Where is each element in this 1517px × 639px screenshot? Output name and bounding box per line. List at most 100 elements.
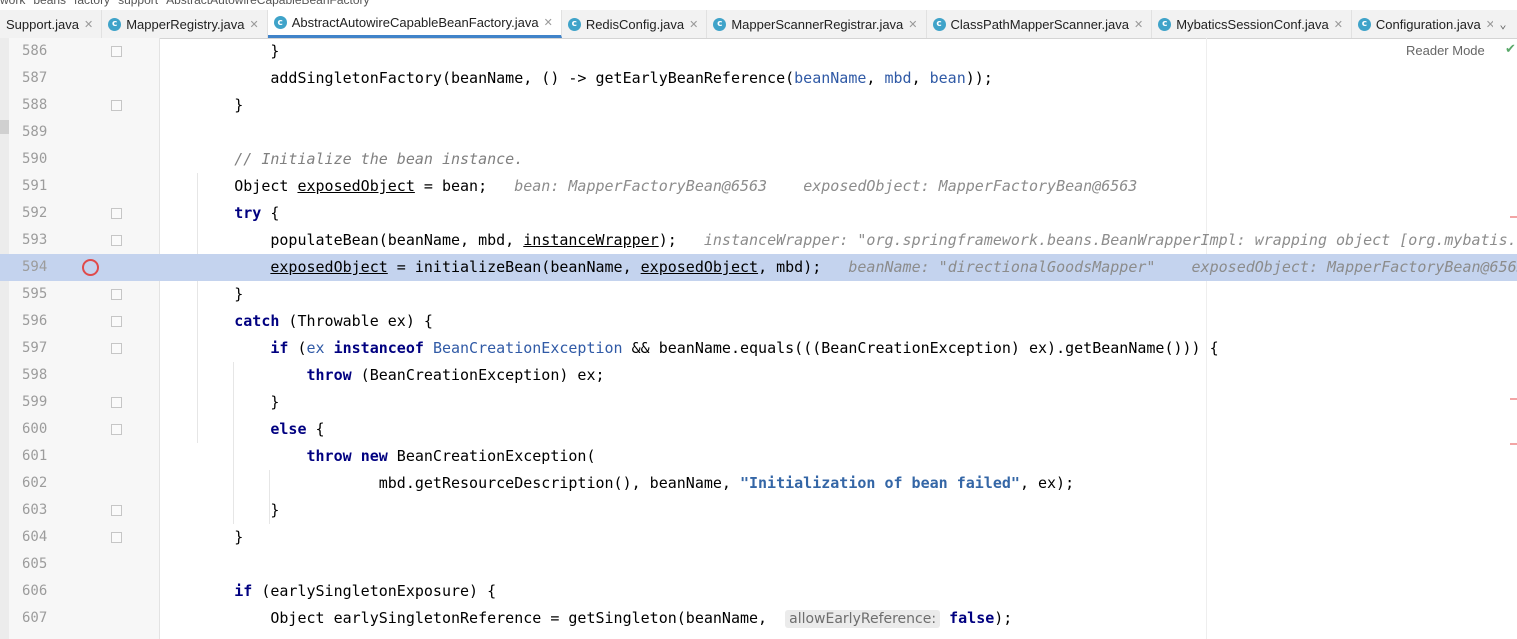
- code-text[interactable]: populateBean(beanName, mbd, instanceWrap…: [162, 227, 1517, 254]
- code-line[interactable]: 587 addSingletonFactory(beanName, () -> …: [0, 65, 1517, 92]
- scrollbar-error-mark[interactable]: [1510, 216, 1517, 218]
- editor-tab[interactable]: c MybaticsSessionConf.java ✕: [1152, 10, 1352, 38]
- line-number[interactable]: 594: [22, 254, 62, 281]
- line-number[interactable]: 586: [22, 38, 62, 65]
- tab-close-icon[interactable]: ✕: [544, 16, 553, 29]
- line-number[interactable]: 607: [22, 605, 62, 632]
- editor-tab[interactable]: Support.java ✕: [0, 10, 103, 38]
- scrollbar-error-mark[interactable]: [1510, 398, 1517, 400]
- code-text[interactable]: mbd.getResourceDescription(), beanName, …: [162, 470, 1074, 497]
- tab-list-chevron-down-icon[interactable]: ⌄: [1493, 10, 1513, 38]
- editor-tab[interactable]: c RedisConfig.java ✕: [562, 10, 708, 38]
- line-number[interactable]: 603: [22, 497, 62, 524]
- line-number[interactable]: 604: [22, 524, 62, 551]
- line-number[interactable]: 601: [22, 443, 62, 470]
- code-editor[interactable]: 586 } 587 addSingletonFactory(beanName, (…: [0, 38, 1517, 639]
- tab-close-icon[interactable]: ✕: [689, 18, 698, 31]
- code-line[interactable]: 607 Object earlySingletonReference = get…: [0, 605, 1517, 632]
- code-line[interactable]: 602 mbd.getResourceDescription(), beanNa…: [0, 470, 1517, 497]
- current-execution-line[interactable]: 594 exposedObject = initializeBean(beanN…: [0, 254, 1517, 281]
- fold-marker-icon[interactable]: [111, 343, 122, 354]
- code-text[interactable]: }: [162, 38, 279, 65]
- fold-marker-icon[interactable]: [111, 397, 122, 408]
- line-number[interactable]: 587: [22, 65, 62, 92]
- tab-close-icon[interactable]: ✕: [908, 18, 917, 31]
- fold-marker-icon[interactable]: [111, 100, 122, 111]
- reader-mode-toggle[interactable]: Reader Mode: [1406, 43, 1485, 58]
- breakpoint-icon[interactable]: [82, 259, 99, 276]
- fold-marker-icon[interactable]: [111, 424, 122, 435]
- fold-marker-icon[interactable]: [111, 46, 122, 57]
- code-text[interactable]: }: [162, 524, 243, 551]
- line-number[interactable]: 593: [22, 227, 62, 254]
- editor-tab[interactable]: c Configuration.java ✕: [1352, 10, 1504, 38]
- line-number[interactable]: 588: [22, 92, 62, 119]
- code-text[interactable]: }: [162, 389, 279, 416]
- code-text[interactable]: catch (Throwable ex) {: [162, 308, 433, 335]
- code-line[interactable]: 601 throw new BeanCreationException(: [0, 443, 1517, 470]
- line-number[interactable]: 589: [22, 119, 62, 146]
- code-line[interactable]: 593 populateBean(beanName, mbd, instance…: [0, 227, 1517, 254]
- line-number[interactable]: 596: [22, 308, 62, 335]
- line-number[interactable]: 595: [22, 281, 62, 308]
- line-number[interactable]: 599: [22, 389, 62, 416]
- inspection-ok-check-icon[interactable]: ✔: [1505, 42, 1516, 57]
- code-line[interactable]: 589: [0, 119, 1517, 146]
- code-line[interactable]: 592 try {: [0, 200, 1517, 227]
- code-line[interactable]: 603 }: [0, 497, 1517, 524]
- tab-close-icon[interactable]: ✕: [1134, 18, 1143, 31]
- code-text[interactable]: // Initialize the bean instance.: [162, 146, 523, 173]
- code-text[interactable]: if (earlySingletonExposure) {: [162, 578, 496, 605]
- line-number[interactable]: 602: [22, 470, 62, 497]
- code-line[interactable]: 597 if (ex instanceof BeanCreationExcept…: [0, 335, 1517, 362]
- code-line[interactable]: 596 catch (Throwable ex) {: [0, 308, 1517, 335]
- line-number[interactable]: 590: [22, 146, 62, 173]
- code-text[interactable]: throw new BeanCreationException(: [162, 443, 596, 470]
- code-text[interactable]: }: [162, 281, 243, 308]
- tab-close-icon[interactable]: ✕: [1334, 18, 1343, 31]
- breadcrumb-item[interactable]: beans: [33, 0, 66, 7]
- line-number[interactable]: 606: [22, 578, 62, 605]
- code-line[interactable]: 606 if (earlySingletonExposure) {: [0, 578, 1517, 605]
- code-text[interactable]: }: [162, 497, 279, 524]
- fold-marker-icon[interactable]: [111, 505, 122, 516]
- code-line[interactable]: 595 }: [0, 281, 1517, 308]
- editor-tab[interactable]: c MapperScannerRegistrar.java ✕: [707, 10, 927, 38]
- scrollbar-error-mark[interactable]: [1510, 443, 1517, 445]
- tab-close-icon[interactable]: ✕: [84, 18, 93, 31]
- code-text[interactable]: Object exposedObject = bean; bean: Mappe…: [162, 173, 1137, 200]
- code-text[interactable]: addSingletonFactory(beanName, () -> getE…: [162, 65, 992, 92]
- line-number[interactable]: 591: [22, 173, 62, 200]
- tab-close-icon[interactable]: ✕: [249, 18, 258, 31]
- breadcrumb-item[interactable]: factory: [74, 0, 110, 7]
- code-line[interactable]: 591 Object exposedObject = bean; bean: M…: [0, 173, 1517, 200]
- code-line[interactable]: 599 }: [0, 389, 1517, 416]
- code-text[interactable]: throw (BeanCreationException) ex;: [162, 362, 605, 389]
- editor-tab[interactable]: c ClassPathMapperScanner.java ✕: [927, 10, 1153, 38]
- line-number[interactable]: 598: [22, 362, 62, 389]
- line-number[interactable]: 597: [22, 335, 62, 362]
- fold-marker-icon[interactable]: [111, 532, 122, 543]
- line-number[interactable]: 592: [22, 200, 62, 227]
- code-line[interactable]: 598 throw (BeanCreationException) ex;: [0, 362, 1517, 389]
- breadcrumb-item[interactable]: support: [118, 0, 158, 7]
- code-line[interactable]: 600 else {: [0, 416, 1517, 443]
- code-line[interactable]: 588 }: [0, 92, 1517, 119]
- code-text[interactable]: try {: [162, 200, 279, 227]
- fold-marker-icon[interactable]: [111, 235, 122, 246]
- line-number[interactable]: 605: [22, 551, 62, 578]
- breadcrumb-item[interactable]: work: [0, 0, 25, 7]
- code-text[interactable]: exposedObject = initializeBean(beanName,…: [162, 254, 1517, 281]
- code-text[interactable]: if (ex instanceof BeanCreationException …: [162, 335, 1218, 362]
- fold-marker-icon[interactable]: [111, 316, 122, 327]
- fold-marker-icon[interactable]: [111, 289, 122, 300]
- code-line[interactable]: 605: [0, 551, 1517, 578]
- editor-tab[interactable]: c MapperRegistry.java ✕: [102, 10, 268, 38]
- fold-marker-icon[interactable]: [111, 208, 122, 219]
- code-text[interactable]: Object earlySingletonReference = getSing…: [162, 605, 1012, 632]
- code-line[interactable]: 590 // Initialize the bean instance.: [0, 146, 1517, 173]
- code-text[interactable]: }: [162, 92, 243, 119]
- editor-tab[interactable]: c AbstractAutowireCapableBeanFactory.java…: [267, 10, 562, 38]
- code-text[interactable]: else {: [162, 416, 324, 443]
- breadcrumb-item[interactable]: AbstractAutowireCapableBeanFactory: [166, 0, 369, 7]
